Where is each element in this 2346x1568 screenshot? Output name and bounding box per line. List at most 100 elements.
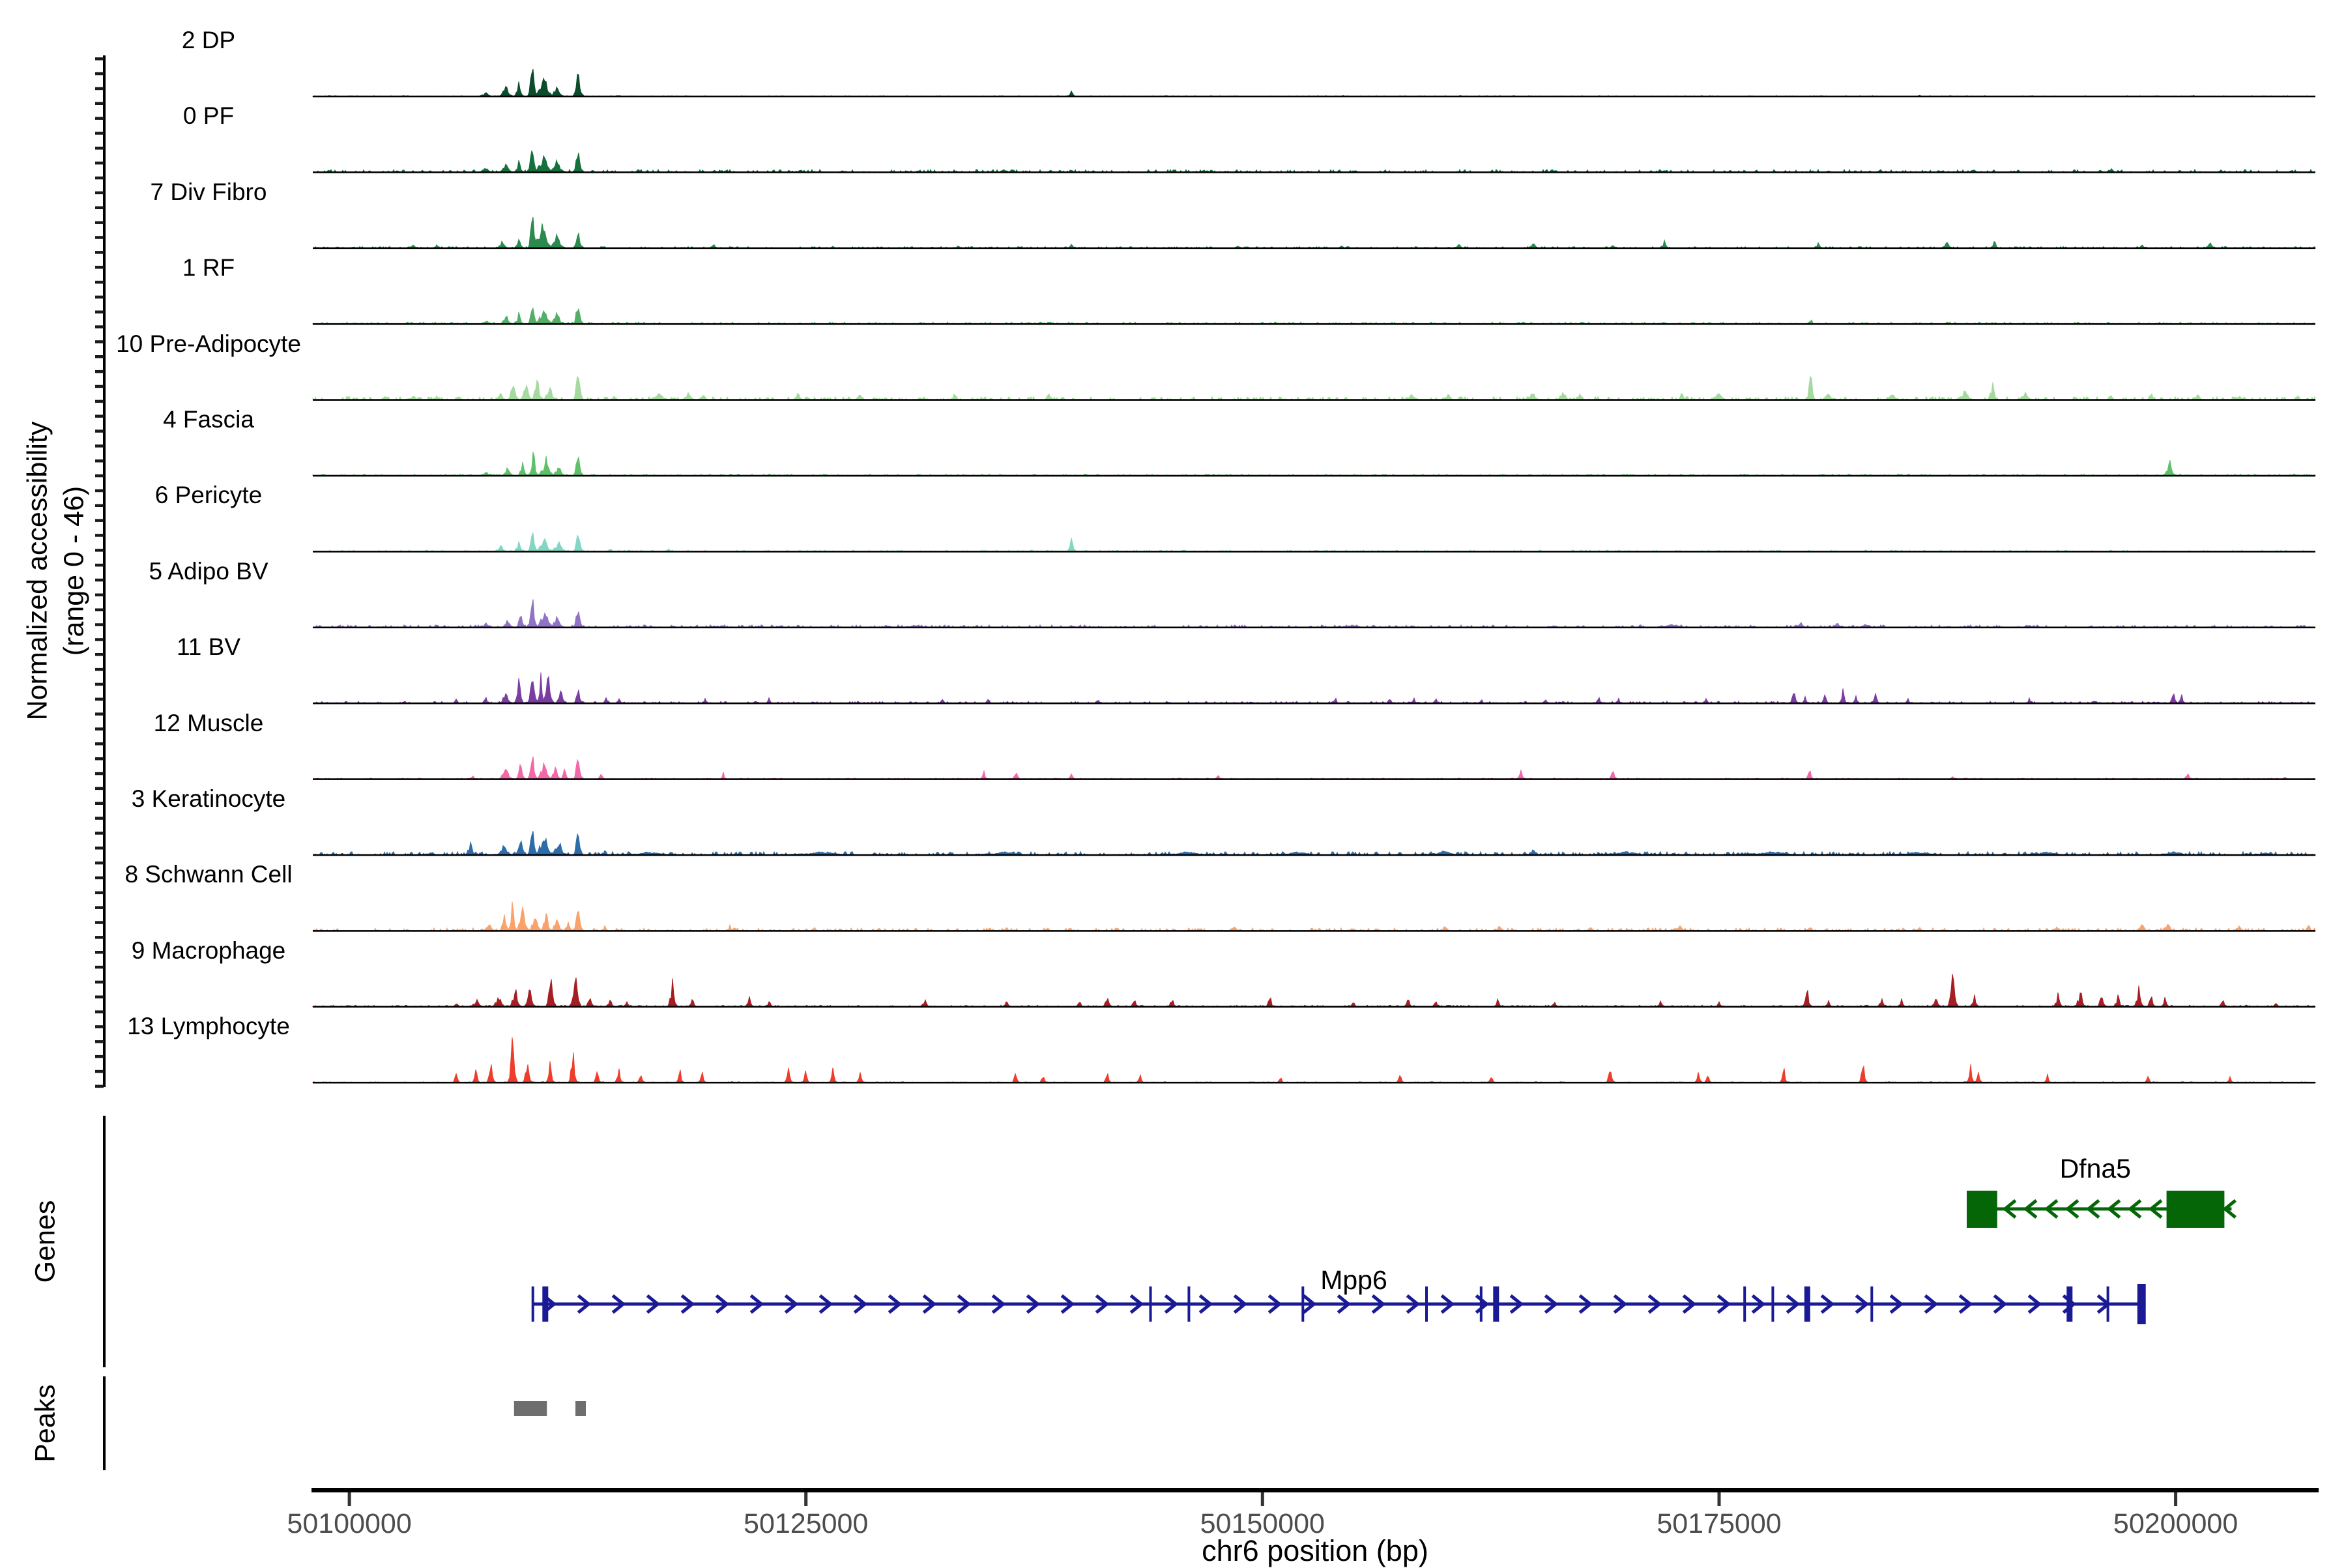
accessibility-axis-tick xyxy=(95,921,104,924)
track-area-6-pericyte xyxy=(313,532,2315,551)
track-label-4-fascia: 4 Fascia xyxy=(65,406,352,433)
accessibility-axis-tick xyxy=(95,519,104,522)
gene-exon-mpp6 xyxy=(1804,1286,1810,1322)
gene-exon-dfna5 xyxy=(1967,1191,1997,1228)
gene-exon-mpp6 xyxy=(1771,1286,1774,1322)
gene-exon-mpp6 xyxy=(1493,1286,1499,1322)
accessibility-axis-tick xyxy=(95,162,104,165)
track-baseline xyxy=(313,930,2315,932)
accessibility-axis-tick xyxy=(95,817,104,820)
track-baseline xyxy=(313,248,2315,250)
gene-name-dfna5: Dfna5 xyxy=(2060,1154,2131,1183)
track-area-0-pf xyxy=(313,151,2315,172)
accessibility-axis-tick xyxy=(95,594,104,597)
accessibility-axis-tick xyxy=(95,385,104,388)
accessibility-axis-tick xyxy=(95,892,104,895)
x-axis-tick xyxy=(348,1492,351,1506)
gene-exon-mpp6 xyxy=(2066,1286,2072,1322)
track-baseline xyxy=(313,551,2315,553)
x-axis-tick-label: 50200000 xyxy=(2113,1508,2238,1539)
accessibility-axis-tick xyxy=(95,966,104,969)
accessibility-axis-tick xyxy=(95,668,104,671)
track-area-4-fascia xyxy=(313,452,2315,476)
track-label-0-pf: 0 PF xyxy=(65,102,352,130)
gene-exon-mpp6 xyxy=(1301,1286,1304,1322)
accessibility-axis-tick xyxy=(95,1085,104,1088)
track-label-10-pre-adipocyte: 10 Pre-Adipocyte xyxy=(65,330,352,358)
accessibility-axis-tick xyxy=(95,207,104,210)
track-label-5-adipo-bv: 5 Adipo BV xyxy=(65,558,352,585)
accessibility-axis-tick xyxy=(95,1040,104,1043)
track-area-2-dp xyxy=(313,69,2315,96)
gene-exon-mpp6 xyxy=(1480,1286,1483,1322)
accessibility-axis-tick xyxy=(95,370,104,373)
tracks-plot: Dfna5Mpp65010000050125000501500005017500… xyxy=(0,0,2346,1564)
x-axis-line xyxy=(311,1488,2319,1492)
gene-exon-mpp6 xyxy=(1425,1286,1428,1322)
accessibility-axis-tick xyxy=(95,459,104,463)
accessibility-axis-tick xyxy=(95,609,104,612)
accessibility-axis-tick xyxy=(95,742,104,746)
accessibility-axis-tick xyxy=(95,236,104,239)
track-label-9-macrophage: 9 Macrophage xyxy=(65,937,352,965)
track-baseline xyxy=(313,1006,2315,1008)
accessibility-axis-tick xyxy=(95,400,104,403)
track-label-13-lymphocyte: 13 Lymphocyte xyxy=(65,1013,352,1040)
gene-exon-mpp6 xyxy=(1743,1286,1746,1322)
gene-name-mpp6: Mpp6 xyxy=(1320,1265,1387,1295)
track-label-12-muscle: 12 Muscle xyxy=(65,710,352,737)
track-area-13-lymphocyte xyxy=(313,1038,2315,1082)
track-area-7-div-fibro xyxy=(313,217,2315,248)
track-label-3-keratinocyte: 3 Keratinocyte xyxy=(65,785,352,813)
x-axis-tick xyxy=(1718,1492,1721,1506)
accessibility-axis-tick xyxy=(95,832,104,835)
x-axis-tick-label: 50125000 xyxy=(744,1508,868,1539)
gene-exon-mpp6 xyxy=(2107,1286,2109,1322)
called-peak-box xyxy=(514,1401,547,1416)
track-area-8-schwann-cell xyxy=(313,902,2315,931)
genes-section-label: Genes xyxy=(30,1200,62,1283)
track-area-10-pre-adipocyte xyxy=(313,377,2315,400)
track-label-2-dp: 2 DP xyxy=(65,27,352,54)
gene-exon-dfna5 xyxy=(2167,1191,2225,1228)
accessibility-axis-tick xyxy=(95,251,104,254)
track-baseline xyxy=(313,96,2315,98)
gene-exon-mpp6 xyxy=(532,1286,534,1322)
track-label-7-div-fibro: 7 Div Fibro xyxy=(65,179,352,206)
x-axis-tick-label: 50175000 xyxy=(1657,1508,1781,1539)
accessibility-axis-tick xyxy=(95,87,104,91)
called-peak-box xyxy=(575,1401,586,1416)
track-area-9-macrophage xyxy=(313,974,2315,1007)
gene-exon-mpp6 xyxy=(542,1286,548,1322)
track-baseline xyxy=(313,778,2315,780)
accessibility-axis-tick xyxy=(95,906,104,909)
accessibility-axis-tick xyxy=(95,981,104,984)
x-axis-tick-label: 50100000 xyxy=(287,1508,411,1539)
accessibility-axis-tick xyxy=(95,311,104,314)
accessibility-axis-tick xyxy=(95,474,104,478)
accessibility-axis-tick xyxy=(95,549,104,552)
track-area-3-keratinocyte xyxy=(313,831,2315,855)
track-area-1-rf xyxy=(313,308,2315,324)
x-axis-tick xyxy=(1261,1492,1264,1506)
accessibility-axis-tick xyxy=(95,757,104,761)
y-axis-label: Normalized accessibility xyxy=(22,422,54,721)
accessibility-axis-tick xyxy=(95,1070,104,1073)
peaks-section-label: Peaks xyxy=(30,1384,62,1462)
track-baseline xyxy=(313,323,2315,325)
track-area-5-adipo-bv xyxy=(313,600,2315,628)
accessibility-axis-tick xyxy=(95,683,104,686)
accessibility-axis-tick xyxy=(95,847,104,850)
accessibility-axis-tick xyxy=(95,623,104,626)
track-label-11-bv: 11 BV xyxy=(65,633,352,661)
accessibility-axis-tick xyxy=(95,996,104,999)
track-baseline xyxy=(313,399,2315,401)
gene-exon-mpp6 xyxy=(1187,1286,1190,1322)
accessibility-axis-tick xyxy=(95,147,104,150)
accessibility-axis-tick xyxy=(95,772,104,776)
track-baseline xyxy=(313,475,2315,477)
genes-section-bracket xyxy=(103,1116,106,1367)
genome-browser-figure: Dfna5Mpp65010000050125000501500005017500… xyxy=(0,0,2346,1564)
accessibility-axis-tick xyxy=(95,72,104,76)
accessibility-axis-tick xyxy=(95,221,104,224)
